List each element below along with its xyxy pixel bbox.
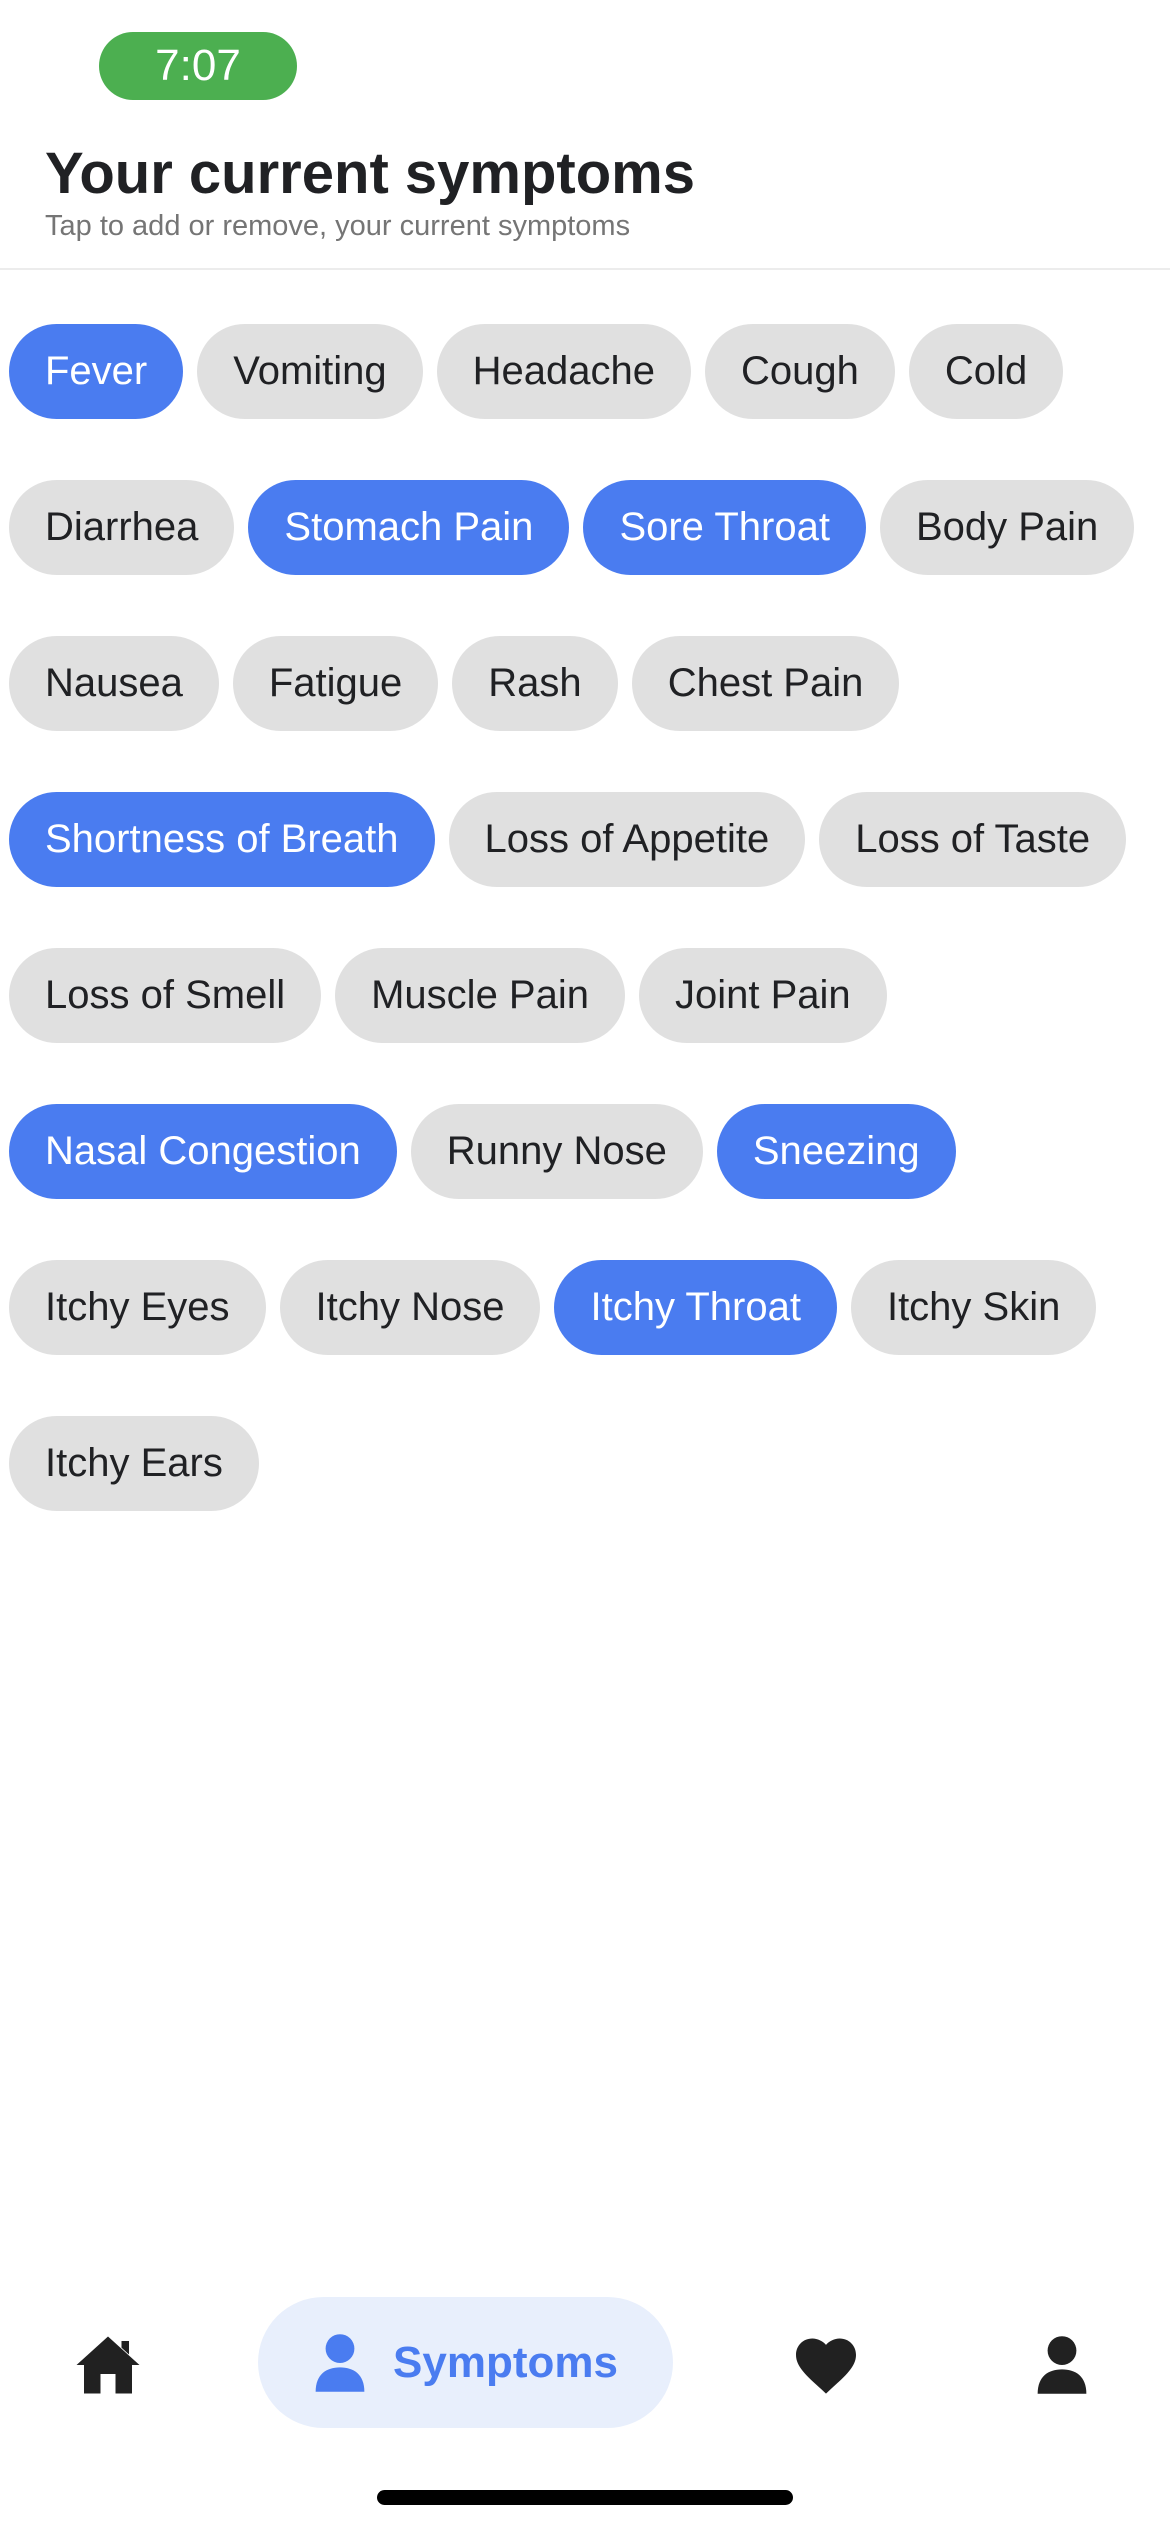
nav-profile-button[interactable] (1022, 2325, 1102, 2405)
symptom-chip-vomiting[interactable]: Vomiting (197, 324, 423, 419)
symptom-chip-body-pain[interactable]: Body Pain (879, 480, 1135, 575)
symptom-chip-itchy-eyes[interactable]: Itchy Eyes (9, 1260, 266, 1355)
symptom-chip-loss-of-smell[interactable]: Loss of Smell (9, 948, 322, 1043)
symptom-chip-joint-pain[interactable]: Joint Pain (638, 948, 887, 1043)
home-icon (76, 2336, 140, 2394)
symptom-chip-loss-of-appetite[interactable]: Loss of Appetite (448, 792, 806, 887)
symptom-chip-sneezing[interactable]: Sneezing (716, 1104, 956, 1199)
symptom-chip-chest-pain[interactable]: Chest Pain (631, 636, 900, 731)
nav-favorites-button[interactable] (786, 2325, 866, 2405)
symptom-chip-loss-of-taste[interactable]: Loss of Taste (819, 792, 1127, 887)
symptom-chip-fatigue[interactable]: Fatigue (232, 636, 439, 731)
symptom-chip-nasal-congestion[interactable]: Nasal Congestion (9, 1104, 397, 1199)
nav-symptoms-button[interactable]: Symptoms (258, 2297, 673, 2428)
symptom-chip-nausea[interactable]: Nausea (9, 636, 219, 731)
status-time: 7:07 (99, 32, 297, 100)
page-subtitle: Tap to add or remove, your current sympt… (45, 210, 631, 242)
symptom-chip-runny-nose[interactable]: Runny Nose (410, 1104, 703, 1199)
symptom-chip-rash[interactable]: Rash (452, 636, 618, 731)
symptom-chip-list: Fever Vomiting Headache Cough Cold Diarrhea St… (9, 324, 1170, 1511)
symptom-chip-headache[interactable]: Headache (436, 324, 692, 419)
symptom-chip-itchy-nose[interactable]: Itchy Nose (279, 1260, 541, 1355)
symptom-chip-cough[interactable]: Cough (705, 324, 895, 419)
heart-icon (796, 2338, 856, 2394)
symptom-chip-shortness-of-breath[interactable]: Shortness of Breath (9, 792, 435, 887)
symptoms-screen: 7:07 Your current symptoms Tap to add or… (0, 0, 1170, 2532)
profile-icon (1037, 2336, 1087, 2394)
symptom-chip-itchy-ears[interactable]: Itchy Ears (9, 1416, 259, 1511)
symptom-chip-itchy-throat[interactable]: Itchy Throat (554, 1260, 837, 1355)
person-icon (315, 2333, 365, 2392)
header-divider (0, 268, 1170, 270)
nav-symptoms-label: Symptoms (393, 2337, 618, 2387)
nav-home-button[interactable] (68, 2325, 148, 2405)
symptom-chip-diarrhea[interactable]: Diarrhea (9, 480, 235, 575)
symptom-chip-sore-throat[interactable]: Sore Throat (583, 480, 866, 575)
symptom-chip-itchy-skin[interactable]: Itchy Skin (850, 1260, 1097, 1355)
symptom-chip-muscle-pain[interactable]: Muscle Pain (335, 948, 625, 1043)
page-title: Your current symptoms (45, 141, 695, 206)
symptom-chip-cold[interactable]: Cold (908, 324, 1064, 419)
symptom-chip-fever[interactable]: Fever (9, 324, 184, 419)
home-indicator (377, 2490, 793, 2505)
symptom-chip-stomach-pain[interactable]: Stomach Pain (248, 480, 570, 575)
